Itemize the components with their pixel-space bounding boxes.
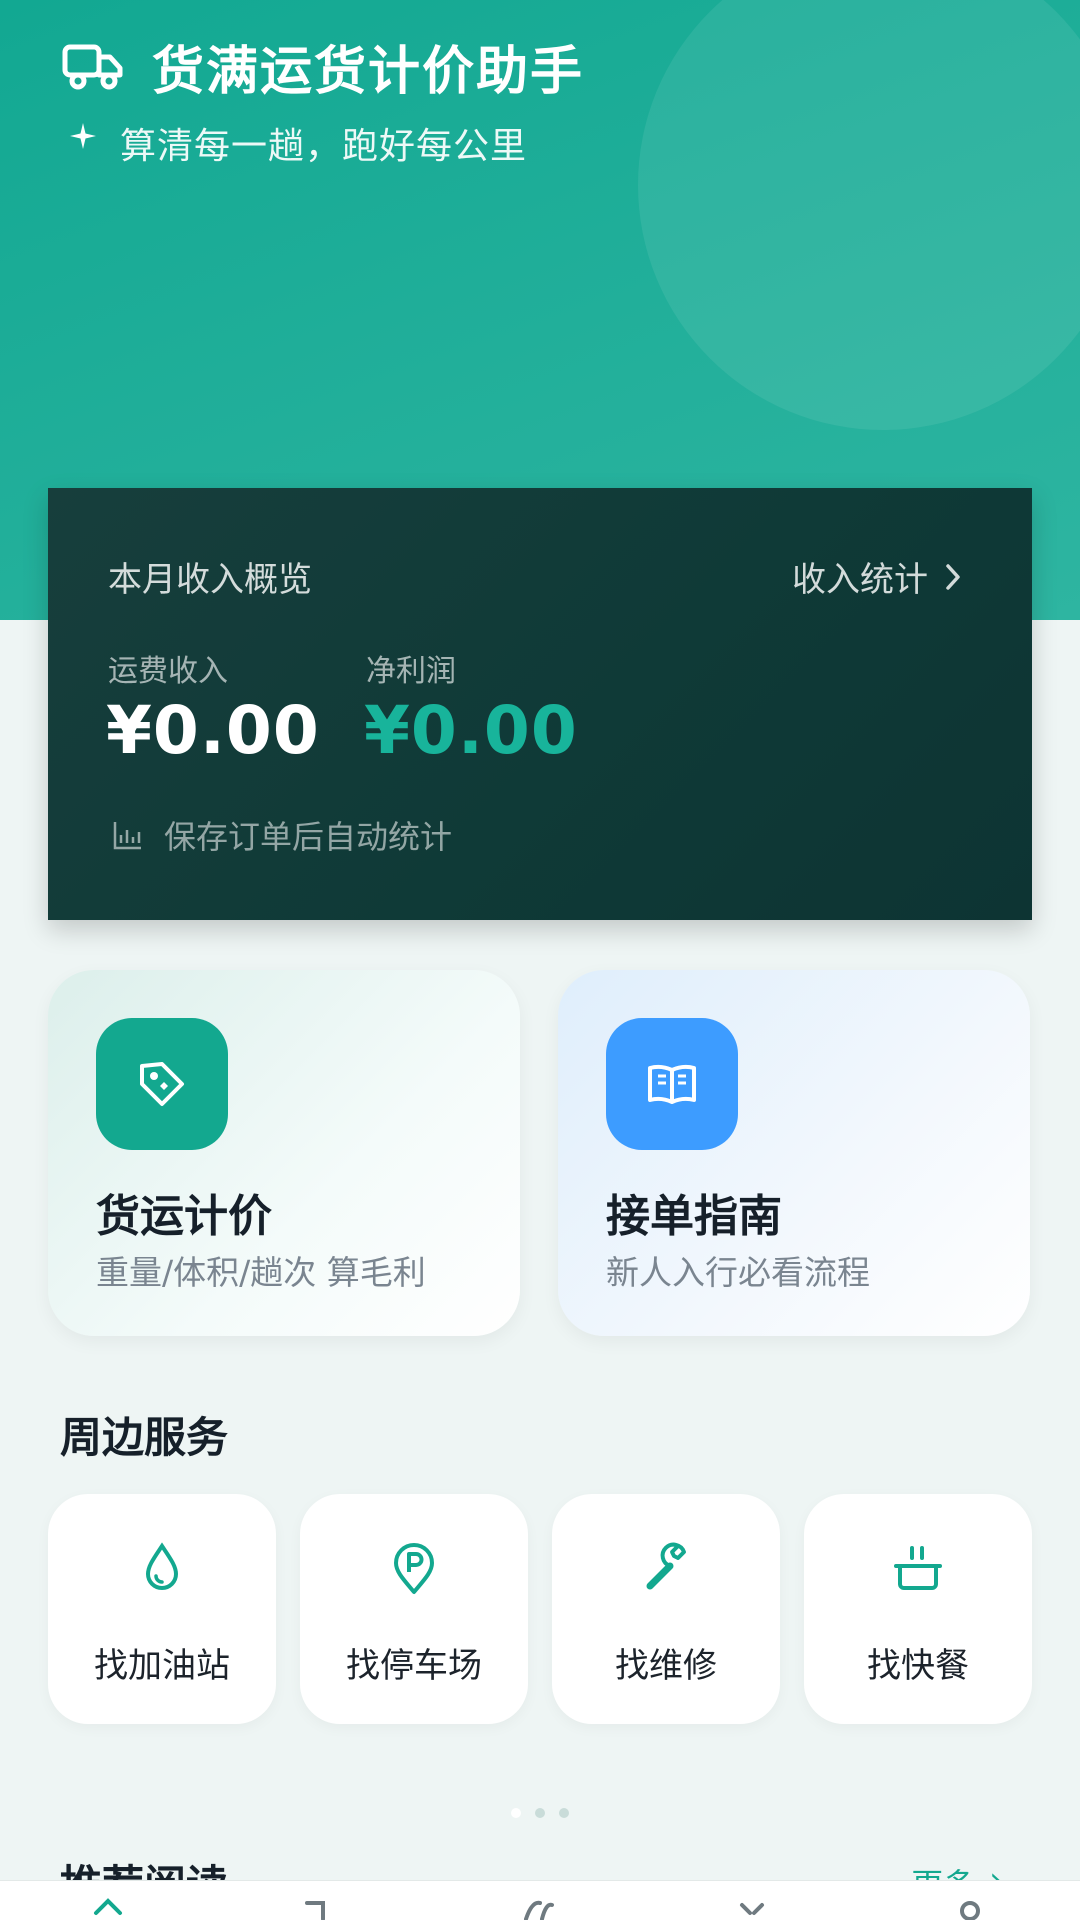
income-stats-link[interactable]: 收入统计 [792, 552, 964, 601]
income-card-title: 本月收入概览 [108, 560, 312, 600]
order-guide-card[interactable]: 接单指南 新人入行必看流程 [558, 970, 1030, 1336]
bottom-navigation-bar [0, 1880, 1080, 1920]
find-repair-label: 找维修 [615, 1646, 717, 1686]
chevron-right-icon [946, 563, 960, 590]
find-parking-label: 找停车场 [346, 1646, 482, 1686]
auto-stats-text: 保存订单后自动统计 [164, 818, 453, 856]
find-gas-station-label: 找加油站 [94, 1646, 230, 1686]
freight-income-value: ¥0.00 [106, 692, 320, 769]
pagination-dot-active [511, 1808, 521, 1818]
pagination-dot [535, 1808, 545, 1818]
profile-tab-icon[interactable] [950, 1895, 990, 1920]
auto-stats-note: 保存订单后自动统计 [112, 812, 452, 858]
sparkle-icon [70, 123, 96, 149]
nearby-services-title: 周边服务 [60, 1413, 229, 1462]
stats-chart-icon [113, 822, 141, 850]
decorative-circle [638, 0, 1080, 430]
truck-icon [62, 44, 123, 90]
home-page: 货满运货计价助手 算清每一趟，跑好每公里 本月收入概览 收入统计 运费收入 ¥0… [0, 0, 1080, 1920]
find-fast-food-label: 找快餐 [867, 1646, 969, 1686]
header-subtitle-row: 算清每一趟，跑好每公里 [70, 118, 527, 168]
parking-pin-icon [394, 1543, 434, 1594]
fuel-drop-icon [145, 1542, 179, 1590]
wrench-icon [646, 1542, 686, 1590]
orders-tab-icon[interactable] [295, 1895, 335, 1920]
price-tag-icon [140, 1062, 184, 1106]
net-profit-label: 净利润 [366, 654, 456, 689]
pagination-dot [559, 1808, 569, 1818]
freight-pricing-title: 货运计价 [96, 1191, 272, 1242]
find-parking-button[interactable]: 找停车场 [300, 1494, 528, 1724]
order-guide-desc: 新人入行必看流程 [606, 1253, 870, 1292]
header-title-row: 货满运货计价助手 [62, 30, 584, 102]
order-guide-title: 接单指南 [606, 1191, 782, 1242]
income-stats-label: 收入统计 [792, 560, 928, 600]
freight-income-label: 运费收入 [108, 654, 228, 689]
net-profit-value: ¥0.00 [364, 692, 578, 769]
app-slogan: 算清每一趟，跑好每公里 [120, 126, 528, 167]
price-tag-icon-tile [96, 1018, 228, 1150]
find-fast-food-button[interactable]: 找快餐 [804, 1494, 1032, 1724]
freight-pricing-desc: 重量/体积/趟次 算毛利 [96, 1253, 426, 1292]
find-gas-station-button[interactable]: 找加油站 [48, 1494, 276, 1724]
book-icon-tile [606, 1018, 738, 1150]
book-icon [648, 1064, 696, 1104]
freight-pricing-card[interactable]: 货运计价 重量/体积/趟次 算毛利 [48, 970, 520, 1336]
food-bowl-icon [894, 1546, 942, 1590]
app-title: 货满运货计价助手 [152, 41, 585, 102]
home-tab-icon[interactable] [88, 1895, 128, 1920]
carousel-pagination [0, 1808, 1080, 1818]
discover-tab-icon[interactable] [518, 1895, 558, 1920]
find-repair-button[interactable]: 找维修 [552, 1494, 780, 1724]
messages-tab-icon[interactable] [732, 1895, 772, 1920]
